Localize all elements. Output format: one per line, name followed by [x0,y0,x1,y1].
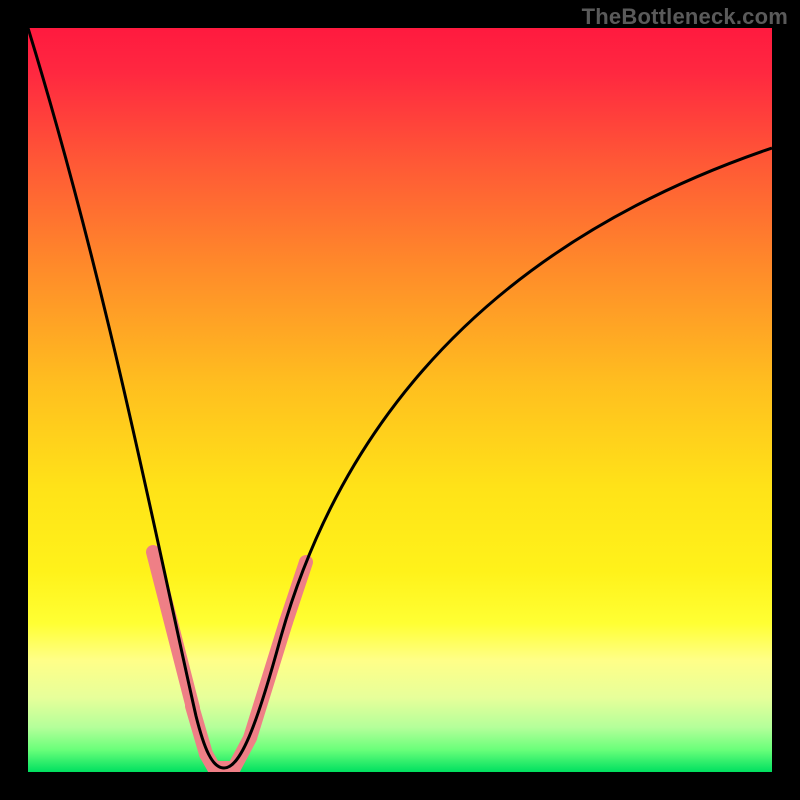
bottleneck-curve [28,28,772,768]
pink-highlight-group [153,552,306,768]
pink-segment-0 [153,552,193,708]
chart-frame: TheBottleneck.com [0,0,800,800]
plot-area [28,28,772,772]
curve-layer [28,28,772,772]
watermark-text: TheBottleneck.com [582,4,788,30]
